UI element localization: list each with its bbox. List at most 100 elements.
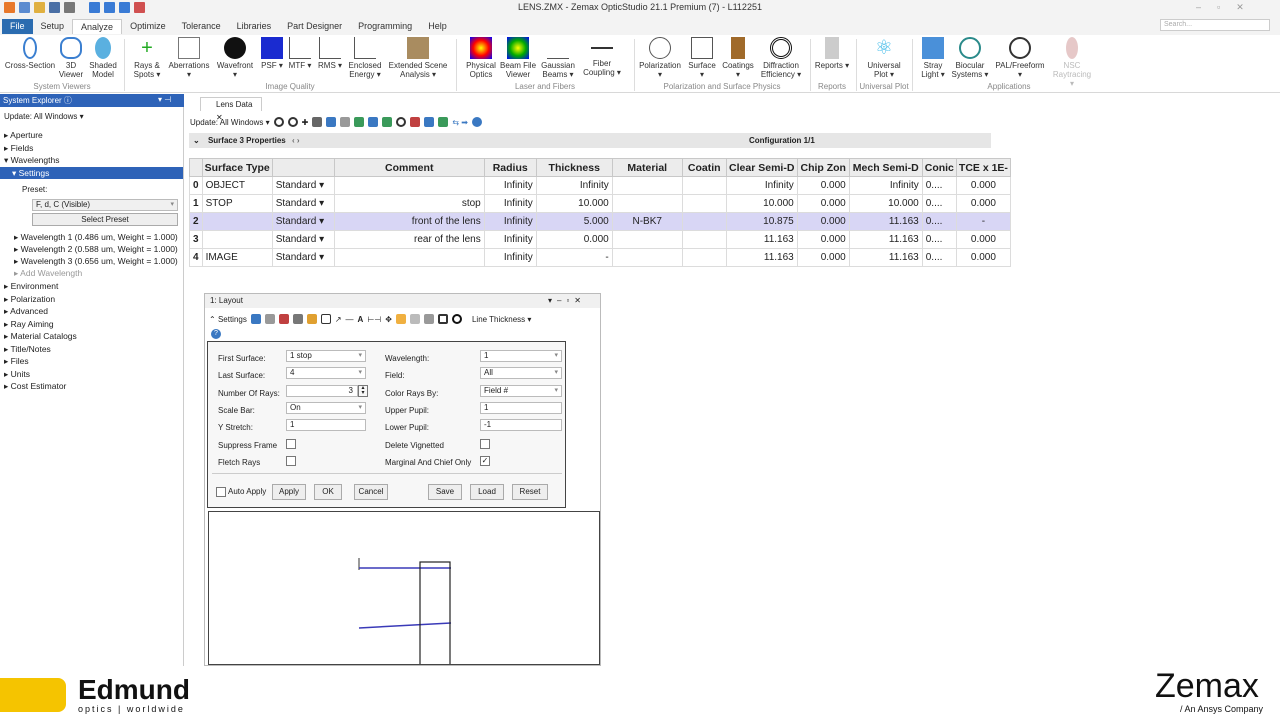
- cell-tce[interactable]: -: [955, 212, 1011, 231]
- cell-mech-semi-dia[interactable]: 11.163: [848, 248, 923, 267]
- cell-mech-semi-dia[interactable]: Infinity: [848, 176, 923, 195]
- lower-pupil-input[interactable]: -1: [480, 419, 562, 431]
- wavelength-dropdown[interactable]: 1: [480, 350, 562, 362]
- field-dropdown[interactable]: All: [480, 367, 562, 379]
- cell-surface-name[interactable]: [201, 230, 273, 249]
- marginal-chief-checkbox[interactable]: ✓: [480, 456, 490, 466]
- table-row[interactable]: 4 IMAGE Standard ▾ Infinity - 11.163 0.0…: [189, 248, 1011, 267]
- tree-ray-aiming[interactable]: ▸ Ray Aiming: [4, 319, 54, 330]
- rectangle-icon[interactable]: [320, 314, 331, 324]
- coatings-button[interactable]: Coatings ▾: [720, 37, 756, 79]
- tab-part-designer[interactable]: Part Designer: [279, 19, 350, 34]
- color-rays-by-dropdown[interactable]: Field #: [480, 385, 562, 397]
- cell-coating[interactable]: [681, 212, 727, 231]
- col-mech-semi-dia[interactable]: Mech Semi-D: [848, 158, 923, 177]
- window-controls[interactable]: –▫✕: [1196, 2, 1260, 13]
- pencil-icon[interactable]: [306, 314, 317, 324]
- preset-dropdown[interactable]: F, d, C (Visible): [32, 199, 178, 211]
- tool-icon[interactable]: [368, 117, 379, 127]
- cell-coating[interactable]: [681, 176, 727, 195]
- cell-comment[interactable]: [333, 248, 485, 267]
- cell-chip-zone[interactable]: 0.000: [796, 230, 850, 249]
- cancel-button[interactable]: Cancel: [354, 484, 388, 500]
- layout-title-bar[interactable]: 1: Layout ▾–▫✕: [205, 294, 600, 308]
- cell-radius[interactable]: Infinity: [483, 230, 537, 249]
- cell-surface-type[interactable]: Standard ▾: [271, 248, 335, 267]
- cell-conic[interactable]: 0....: [921, 194, 957, 213]
- tree-units[interactable]: ▸ Units: [4, 369, 30, 380]
- help-icon[interactable]: [471, 117, 482, 127]
- universal-plot-button[interactable]: ⚛ Universal Plot ▾: [862, 37, 906, 79]
- tab-analyze[interactable]: Analyze: [72, 19, 123, 34]
- tree-polarization[interactable]: ▸ Polarization: [4, 294, 55, 305]
- cell-chip-zone[interactable]: 0.000: [796, 194, 850, 213]
- cell-comment[interactable]: stop: [333, 194, 485, 213]
- tool-icon[interactable]: [354, 117, 365, 127]
- col-chip-zone[interactable]: Chip Zon: [796, 158, 850, 177]
- add-wavelength-item[interactable]: ▸ Add Wavelength: [14, 268, 82, 279]
- cell-surface-name[interactable]: STOP: [201, 194, 273, 213]
- cell-radius[interactable]: Infinity: [483, 194, 537, 213]
- 3d-viewer-button[interactable]: 3D Viewer: [56, 37, 86, 79]
- cell-material[interactable]: [611, 230, 683, 249]
- cell-material[interactable]: [611, 176, 683, 195]
- rays-spots-button[interactable]: + Rays & Spots ▾: [128, 37, 166, 79]
- tab-optimize[interactable]: Optimize: [122, 19, 174, 34]
- cell-clear-semi-dia[interactable]: Infinity: [725, 176, 798, 195]
- delete-vignetted-checkbox[interactable]: [480, 439, 490, 449]
- psf-button[interactable]: PSF ▾: [260, 37, 284, 70]
- pal-freeform-button[interactable]: PAL/Freeform ▾: [994, 37, 1046, 79]
- mtf-button[interactable]: MTF ▾: [288, 37, 312, 70]
- cell-conic[interactable]: 0....: [921, 212, 957, 231]
- cell-surface-name[interactable]: OBJECT: [201, 176, 273, 195]
- cell-mech-semi-dia[interactable]: 10.000: [848, 194, 923, 213]
- col-conic[interactable]: Conic: [921, 158, 957, 177]
- cell-tce[interactable]: 0.000: [955, 176, 1011, 195]
- enclosed-energy-button[interactable]: Enclosed Energy ▾: [346, 37, 384, 79]
- save-icon[interactable]: [278, 314, 289, 324]
- apply-button[interactable]: Apply: [272, 484, 306, 500]
- cross-section-button[interactable]: Cross-Section: [4, 37, 56, 70]
- edit-icon[interactable]: [410, 117, 421, 127]
- tool-icon[interactable]: [423, 314, 434, 324]
- upper-pupil-input[interactable]: 1: [480, 402, 562, 414]
- tree-cost-estimator[interactable]: ▸ Cost Estimator: [4, 381, 66, 392]
- move-icon[interactable]: ✥: [385, 315, 392, 324]
- cell-material[interactable]: N-BK7: [611, 212, 683, 231]
- extended-scene-analysis-button[interactable]: Extended Scene Analysis ▾: [388, 37, 448, 79]
- cell-clear-semi-dia[interactable]: 10.000: [725, 194, 798, 213]
- tree-advanced[interactable]: ▸ Advanced: [4, 306, 48, 317]
- ok-button[interactable]: OK: [314, 484, 342, 500]
- table-row[interactable]: 2 Standard ▾ front of the lens Infinity …: [189, 212, 1011, 231]
- cell-material[interactable]: [611, 194, 683, 213]
- tree-files[interactable]: ▸ Files: [4, 356, 29, 367]
- arrow-icon[interactable]: ↗: [335, 315, 342, 324]
- tree-fields[interactable]: ▸ Fields: [4, 143, 33, 154]
- cell-material[interactable]: [611, 248, 683, 267]
- cell-tce[interactable]: 0.000: [955, 230, 1011, 249]
- cell-radius[interactable]: Infinity: [483, 176, 537, 195]
- cell-tce[interactable]: 0.000: [955, 248, 1011, 267]
- wavelength-item[interactable]: ▸ Wavelength 3 (0.656 um, Weight = 1.000…: [14, 256, 178, 267]
- grid-icon[interactable]: [312, 117, 323, 127]
- help-icon[interactable]: ?: [211, 329, 221, 339]
- line-thickness-dropdown[interactable]: Line Thickness ▾: [472, 315, 531, 324]
- search-input[interactable]: Search...: [1160, 19, 1270, 31]
- target-icon[interactable]: [451, 314, 462, 324]
- tool-icon[interactable]: [424, 117, 435, 127]
- scale-bar-dropdown[interactable]: On: [286, 402, 366, 414]
- tree-environment[interactable]: ▸ Environment: [4, 281, 58, 292]
- plus-icon[interactable]: ✚: [302, 118, 309, 127]
- col-thickness[interactable]: Thickness: [535, 158, 613, 177]
- y-stretch-input[interactable]: 1: [286, 419, 366, 431]
- reports-button[interactable]: Reports ▾: [814, 37, 850, 70]
- cell-coating[interactable]: [681, 230, 727, 249]
- number-of-rays-input[interactable]: 3: [286, 385, 358, 397]
- polarization-button[interactable]: Polarization ▾: [638, 37, 682, 79]
- cell-clear-semi-dia[interactable]: 11.163: [725, 230, 798, 249]
- rays-stepper[interactable]: ▴ ▾: [358, 385, 368, 397]
- col-material[interactable]: Material: [611, 158, 683, 177]
- col-coating[interactable]: Coatin: [681, 158, 727, 177]
- cell-thickness[interactable]: 5.000: [535, 212, 613, 231]
- refresh-all-icon[interactable]: [287, 117, 298, 127]
